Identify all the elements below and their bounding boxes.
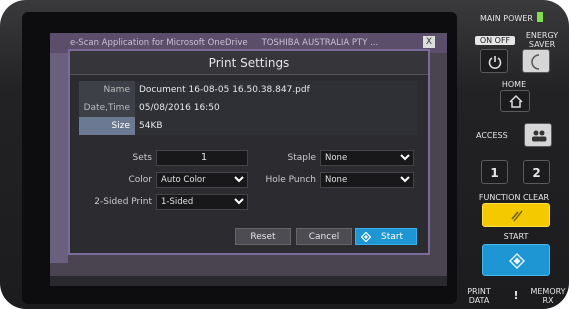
moon-icon: [531, 54, 540, 70]
reset-button[interactable]: Reset: [235, 228, 291, 245]
info-value: 05/08/2016 16:50: [135, 99, 417, 117]
memory-rx-label-1: MEMORY: [530, 287, 566, 296]
staple-value: None: [325, 153, 348, 163]
key-1-button[interactable]: 1: [481, 160, 508, 184]
print-data-label-2: DATA: [468, 296, 490, 305]
function-clear-button[interactable]: [482, 203, 550, 227]
on-off-label: ON OFF: [475, 36, 515, 45]
energy-saver-button[interactable]: [522, 49, 550, 73]
start-hard-button[interactable]: [482, 244, 550, 276]
home-icon: [509, 94, 523, 108]
power-button[interactable]: [480, 49, 508, 73]
info-label: Size: [79, 117, 135, 135]
background-window-edge: [50, 53, 68, 263]
memory-rx-label-2: RX: [542, 296, 554, 305]
touch-screen: e-Scan Application for Microsoft OneDriv…: [50, 33, 447, 276]
print-settings-dialog: Print Settings Name Document 16-08-05 16…: [68, 49, 430, 255]
power-icon: [488, 56, 502, 69]
key-2-label: 2: [532, 166, 541, 180]
background-title-left: e-Scan Application for Microsoft OneDriv…: [70, 38, 248, 48]
sets-input[interactable]: 1: [156, 150, 248, 166]
power-led-icon: [537, 12, 543, 22]
info-row: Name Document 16-08-05 16.50.38.847.pdf: [79, 81, 417, 99]
print-data-label-1: PRINT: [467, 287, 491, 296]
hole-punch-value: None: [325, 175, 348, 185]
dialog-title: Print Settings: [70, 51, 428, 75]
background-close-icon[interactable]: X: [423, 36, 435, 48]
info-value: Document 16-08-05 16.50.38.847.pdf: [135, 81, 417, 99]
start-panel-label: START: [503, 232, 529, 241]
color-select[interactable]: Auto Color: [156, 172, 248, 188]
chevron-down-icon: [400, 176, 410, 183]
sets-label: Sets: [132, 153, 152, 163]
chevron-down-icon: [234, 198, 244, 205]
info-row: Date,Time 05/08/2016 16:50: [79, 99, 417, 117]
color-value: Auto Color: [161, 175, 206, 185]
screen-footer: [50, 276, 447, 286]
hole-punch-select[interactable]: None: [320, 172, 414, 188]
access-button[interactable]: [524, 123, 552, 147]
home-button[interactable]: [500, 90, 530, 112]
info-row: Size 54KB: [79, 117, 417, 135]
background-title-right: TOSHIBA AUSTRALIA PTY ...: [261, 38, 379, 48]
info-label: Name: [79, 81, 135, 99]
energy-saver-label-1: ENERGY: [525, 31, 559, 40]
chevron-down-icon: [234, 176, 244, 183]
key-1-label: 1: [490, 166, 499, 180]
staple-label: Staple: [287, 153, 316, 163]
cancel-button[interactable]: Cancel: [296, 228, 352, 245]
function-clear-label: FUNCTION CLEAR: [478, 193, 550, 202]
info-label: Date,Time: [79, 99, 135, 117]
start-button[interactable]: Start: [355, 228, 417, 245]
hole-punch-label: Hole Punch: [265, 175, 316, 185]
two-sided-select[interactable]: 1-Sided: [156, 194, 248, 210]
start-diamond-icon: [361, 232, 371, 242]
main-power-label: MAIN POWER: [480, 14, 533, 23]
color-label: Color: [128, 175, 153, 185]
access-label: ACCESS: [476, 131, 508, 140]
two-sided-label: 2-Sided Print: [94, 197, 152, 207]
chevron-down-icon: [400, 154, 410, 161]
energy-saver-label-2: SAVER: [528, 40, 556, 49]
two-sided-value: 1-Sided: [161, 197, 194, 207]
start-diamond-icon: [509, 253, 525, 269]
home-label: HOME: [501, 80, 527, 89]
clear-slash-icon: [511, 210, 523, 222]
key-2-button[interactable]: 2: [523, 160, 550, 184]
alert-icon: !: [513, 289, 519, 302]
users-icon: [532, 130, 547, 142]
info-value: 54KB: [135, 117, 417, 135]
staple-select[interactable]: None: [320, 150, 414, 166]
start-label: Start: [381, 232, 403, 242]
file-info-table: Name Document 16-08-05 16.50.38.847.pdf …: [79, 81, 417, 135]
